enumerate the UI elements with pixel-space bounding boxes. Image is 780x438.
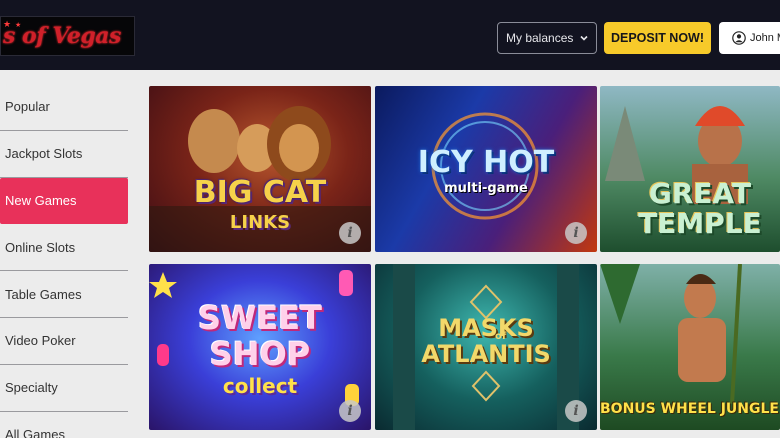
sidebar-item-label: Table Games <box>5 286 82 302</box>
sidebar-item-label: Video Poker <box>5 333 76 349</box>
sidebar-item-label: All Games <box>5 426 65 438</box>
game-title-line1: GREAT <box>648 177 752 210</box>
my-balances-dropdown[interactable]: My balances <box>497 22 597 54</box>
game-title-line1: ICY HOT <box>417 145 555 180</box>
account-name: John M <box>750 32 780 44</box>
sidebar-item-new-games[interactable]: New Games <box>0 177 128 225</box>
info-icon[interactable]: i <box>565 400 587 422</box>
game-category-sidebar: Popular Jackpot Slots New Games Online S… <box>0 84 128 438</box>
game-title-line1: BONUS WHEEL JUNGLE <box>600 401 779 417</box>
game-title-line1: BIG CAT <box>193 175 327 210</box>
balances-label: My balances <box>506 31 574 45</box>
sidebar-item-online-slots[interactable]: Online Slots <box>0 224 128 272</box>
game-title-line2: multi-game <box>444 181 528 196</box>
info-icon[interactable]: i <box>565 222 587 244</box>
sidebar-item-label: Online Slots <box>5 239 76 255</box>
top-header: ★ ★ s of Vegas My balances DEPOSIT NOW! … <box>0 0 780 70</box>
sidebar-item-label: Jackpot Slots <box>5 146 83 162</box>
sidebar-item-table-games[interactable]: Table Games <box>0 271 128 318</box>
game-title-line2: ATLANTIS <box>421 340 551 368</box>
account-button[interactable]: John M <box>719 22 780 54</box>
site-logo[interactable]: ★ ★ s of Vegas <box>0 16 135 56</box>
game-tile-sweet-shop-collect[interactable]: SWEET SHOP collect i <box>149 264 371 430</box>
sidebar-item-label: Specialty <box>5 380 58 396</box>
game-tile-great-temple[interactable]: GREAT TEMPLE <box>600 86 780 252</box>
chevron-down-icon <box>580 35 588 41</box>
game-title-line2: LINKS <box>229 212 291 233</box>
deposit-label: DEPOSIT NOW! <box>610 31 705 45</box>
game-tile-big-cat-links[interactable]: BIG CAT LINKS i <box>149 86 371 252</box>
game-title-line3: collect <box>222 374 298 398</box>
user-icon <box>732 31 746 45</box>
logo-text: s of Vegas <box>3 23 121 49</box>
game-title-line1: SWEET <box>198 299 322 337</box>
game-tile-masks-of-atlantis[interactable]: MASKS of ATLANTIS i <box>375 264 597 430</box>
game-title-line2: TEMPLE <box>638 207 762 240</box>
game-tile-icy-hot[interactable]: ICY HOT multi-game i <box>375 86 597 252</box>
sidebar-item-label: New Games <box>5 192 77 208</box>
sidebar-item-specialty[interactable]: Specialty <box>0 365 128 412</box>
info-icon[interactable]: i <box>339 222 361 244</box>
game-title-line2: SHOP <box>209 335 311 373</box>
game-tile-bonus-wheel-jungle[interactable]: BONUS WHEEL JUNGLE <box>600 264 780 430</box>
sidebar-item-all-games[interactable]: All Games <box>0 412 128 438</box>
sidebar-item-popular[interactable]: Popular <box>0 84 128 131</box>
sidebar-item-label: Popular <box>5 99 50 115</box>
game-title-line1: MASKS <box>438 314 534 342</box>
sidebar-item-video-poker[interactable]: Video Poker <box>0 318 128 365</box>
deposit-now-button[interactable]: DEPOSIT NOW! <box>604 22 711 54</box>
info-icon[interactable]: i <box>339 400 361 422</box>
sidebar-item-jackpot-slots[interactable]: Jackpot Slots <box>0 131 128 178</box>
